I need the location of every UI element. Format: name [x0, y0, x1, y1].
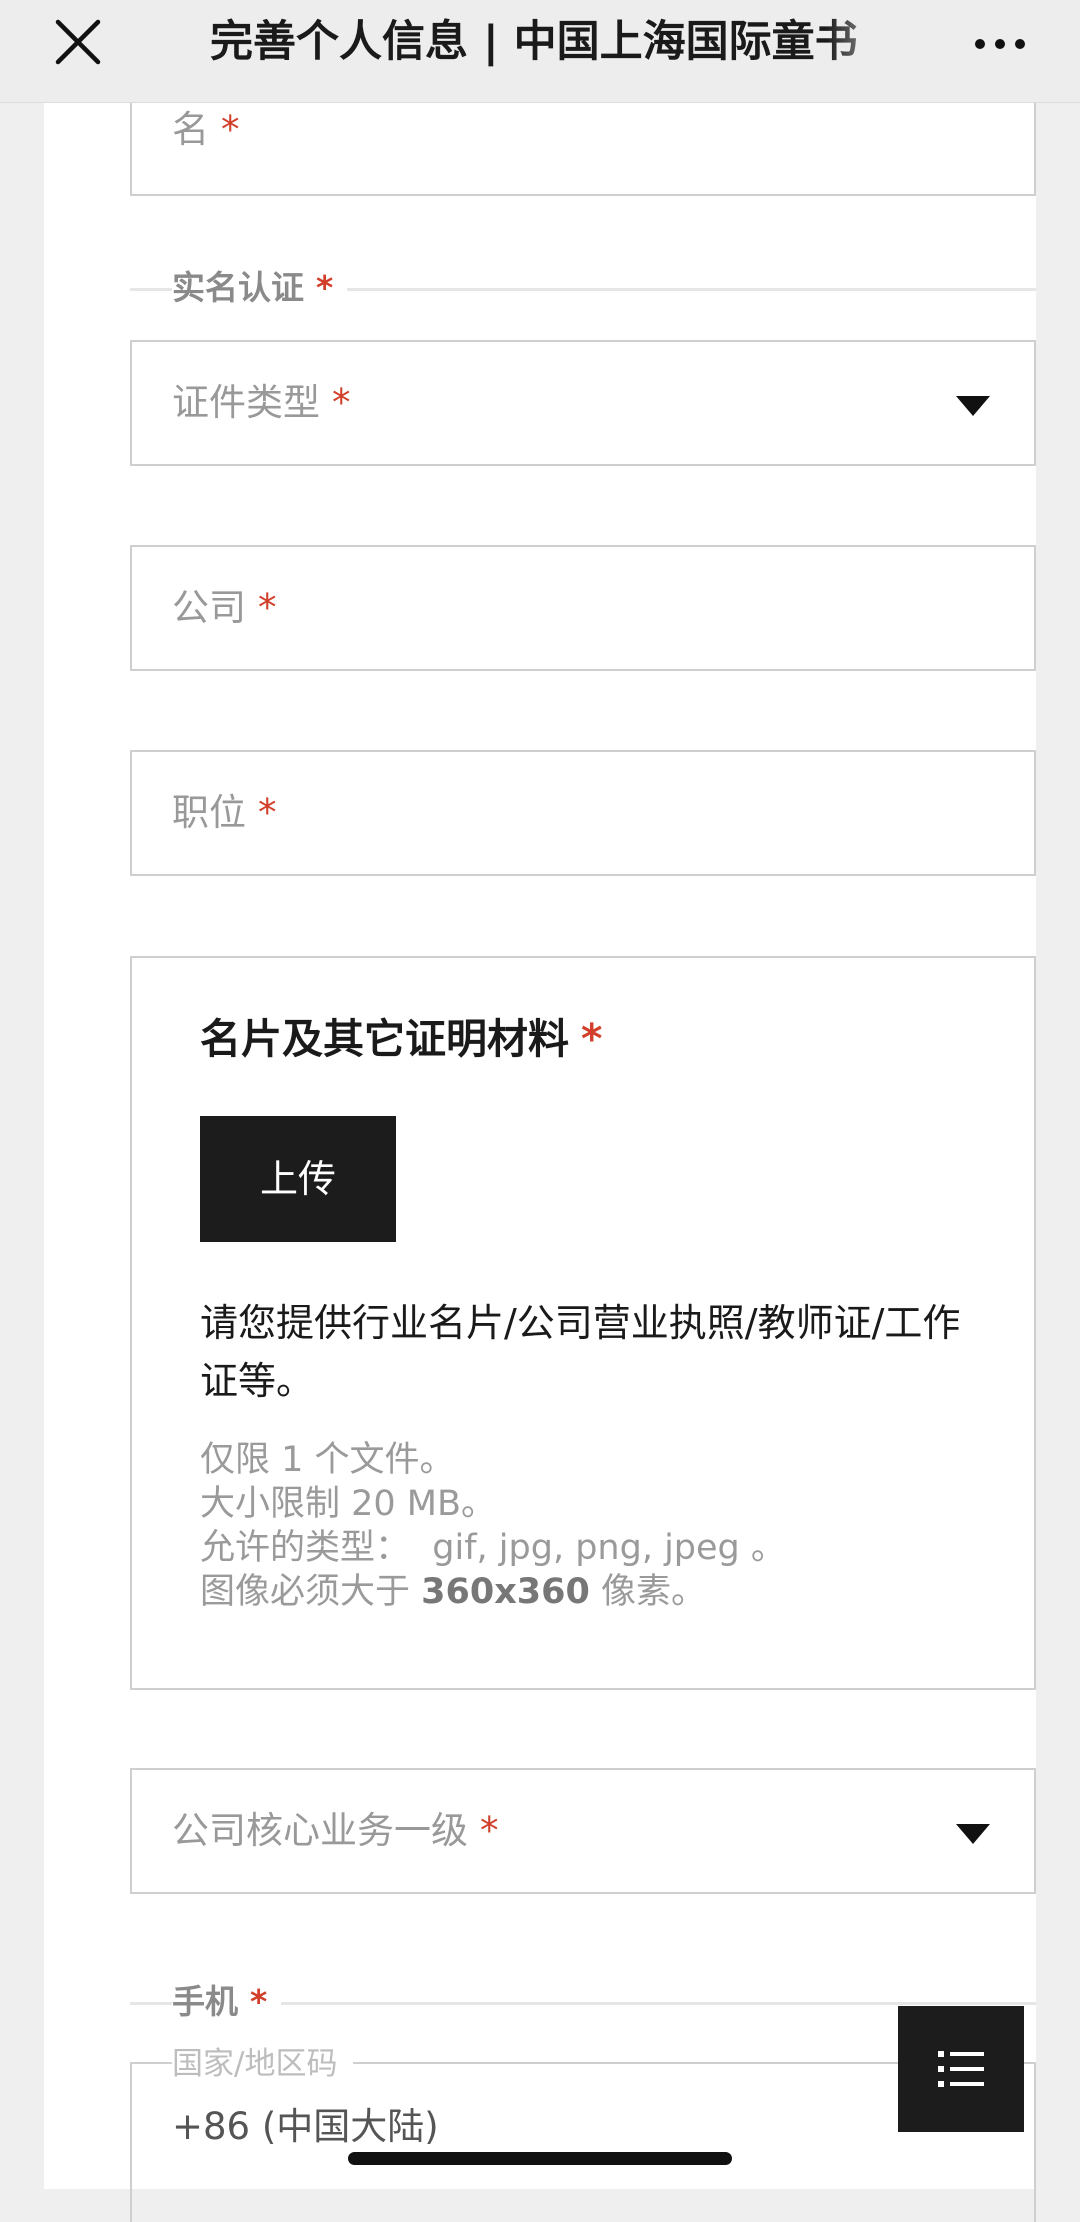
chevron-down-icon [956, 396, 990, 416]
chevron-down-icon [956, 1824, 990, 1844]
core-business-select[interactable]: 公司核心业务一级 * [130, 1768, 1036, 1894]
file-size-note: 大小限制 20 MB。 [200, 1484, 496, 1524]
country-code-value: +86 (中国大陆) [172, 2105, 439, 2148]
position-field[interactable]: 职位 * [130, 750, 1036, 876]
home-indicator [348, 2152, 732, 2165]
phone-section-title: 手机 * [172, 1982, 282, 2022]
form-panel: 名 * 实名认证 * 证件类型 * 公司 * 职位 * 名片及其它证明材料 * 上传 请您提… [44, 0, 1036, 2222]
attachment-title: 名片及其它证明材料 * [200, 1015, 603, 1063]
page-title: 完善个人信息 | 中国上海国际童书 [210, 17, 858, 67]
identity-section-title: 实名认证 * [172, 268, 348, 308]
identity-section: 实名认证 * [130, 268, 1036, 308]
nav-bar: 完善个人信息 | 中国上海国际童书 [0, 0, 1080, 103]
attachment-notes: 仅限 1 个文件。 大小限制 20 MB。 允许的类型： gif, jpg, p… [200, 1438, 990, 1614]
list-menu-icon [938, 2051, 984, 2087]
close-icon[interactable] [50, 14, 106, 70]
more-dots-icon[interactable] [970, 14, 1030, 70]
attachment-description: 请您提供行业名片/公司营业执照/教师证/工作证等。 [200, 1301, 961, 1403]
first-name-label: 名 * [172, 108, 240, 151]
resolution-note: 图像必须大于 360x360 像素。 [200, 1572, 707, 1612]
core-business-label: 公司核心业务一级 * [172, 1809, 499, 1852]
file-types-note: 允许的类型： gif, jpg, png, jpeg 。 [200, 1528, 786, 1568]
upload-button[interactable]: 上传 [200, 1116, 396, 1242]
attachment-upload-box: 名片及其它证明材料 * 上传 请您提供行业名片/公司营业执照/教师证/工作证等。 … [130, 956, 1036, 1690]
country-code-legend: 国家/地区码 [172, 2044, 354, 2084]
position-label: 职位 * [172, 791, 277, 834]
company-label: 公司 * [172, 586, 277, 629]
file-count-note: 仅限 1 个文件。 [200, 1440, 455, 1480]
id-type-label: 证件类型 * [172, 381, 351, 424]
company-field[interactable]: 公司 * [130, 545, 1036, 671]
floating-menu-button[interactable] [898, 2006, 1024, 2132]
id-type-select[interactable]: 证件类型 * [130, 340, 1036, 466]
